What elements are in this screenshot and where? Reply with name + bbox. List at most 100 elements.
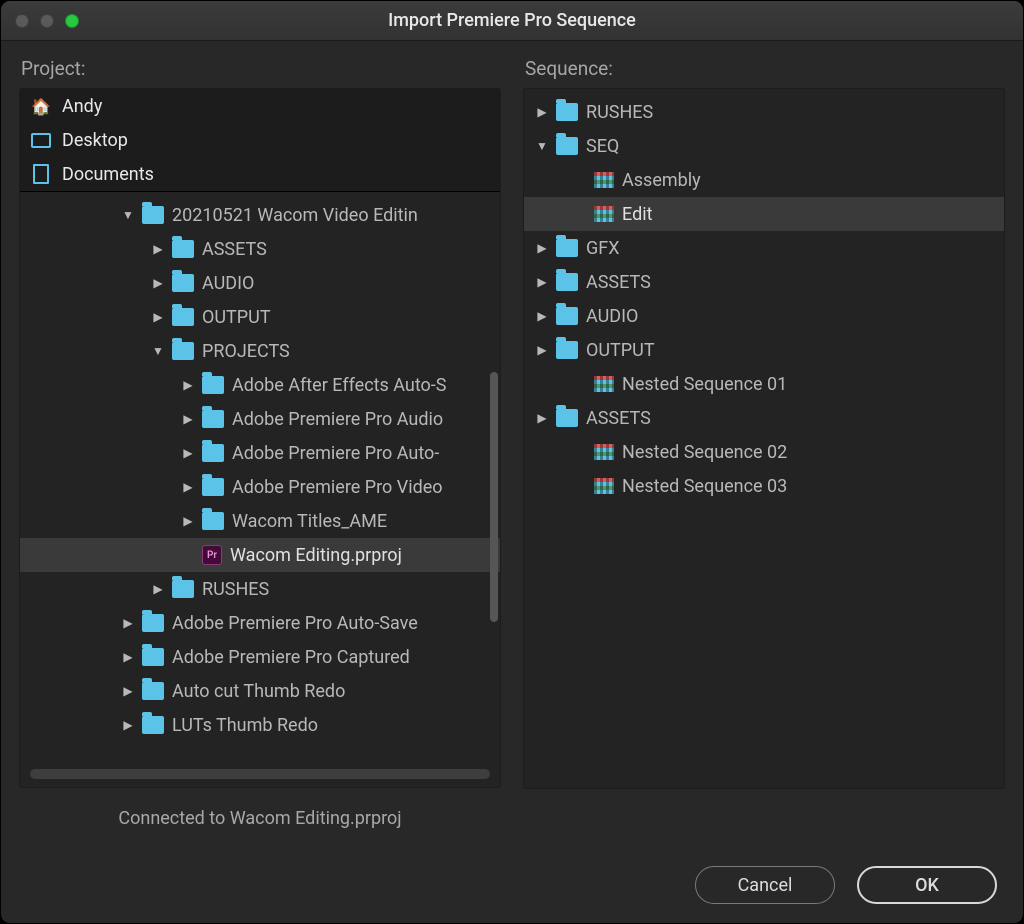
sequence-item-row[interactable]: ▶ASSETS	[524, 401, 1004, 435]
sequence-item-row[interactable]: Assembly	[524, 163, 1004, 197]
chevron-right-icon[interactable]: ▶	[180, 446, 196, 460]
folder-icon	[202, 478, 224, 496]
minimize-window-button[interactable]	[40, 14, 54, 28]
folder-icon	[142, 614, 164, 632]
dialog-window: Import Premiere Pro Sequence Project: 🏠A…	[0, 0, 1024, 924]
project-item-row[interactable]: ▶Adobe Premiere Pro Auto-Save	[20, 606, 500, 640]
chevron-right-icon[interactable]: ▶	[534, 343, 550, 357]
close-window-button[interactable]	[15, 14, 29, 28]
project-item-row[interactable]: ▶Adobe Premiere Pro Video	[20, 470, 500, 504]
folder-icon	[556, 239, 578, 257]
sequence-item-row[interactable]: ▼ SEQ	[524, 129, 1004, 163]
project-scrollbar-horizontal[interactable]	[30, 769, 490, 779]
chevron-right-icon[interactable]: ▶	[120, 684, 136, 698]
sequence-item-label: SEQ	[586, 136, 619, 157]
project-item-row[interactable]: ▶Auto cut Thumb Redo	[20, 674, 500, 708]
chevron-right-icon[interactable]: ▶	[180, 514, 196, 528]
project-panel: Project: 🏠 Andy Desktop Documents ▼ 20210521…	[19, 57, 501, 853]
chevron-down-icon[interactable]: ▼	[150, 344, 166, 358]
project-item-row[interactable]: ▼ PROJECTS	[20, 334, 500, 368]
sequence-item-label: Nested Sequence 01	[622, 374, 787, 395]
project-item-row[interactable]: ▶OUTPUT	[20, 300, 500, 334]
sequence-item-row[interactable]: ▶RUSHES	[524, 95, 1004, 129]
project-item-row[interactable]: ▶AUDIO	[20, 266, 500, 300]
chevron-right-icon[interactable]: ▶	[180, 378, 196, 392]
project-box: 🏠 Andy Desktop Documents ▼ 20210521 Wacom Vi…	[19, 88, 501, 788]
root-item-label: Desktop	[62, 130, 128, 151]
folder-icon	[556, 341, 578, 359]
sequence-item-row[interactable]: ▶AUDIO	[524, 299, 1004, 333]
project-scrollbar-vertical[interactable]	[490, 372, 498, 622]
folder-icon	[202, 410, 224, 428]
sequence-item-row[interactable]: ▶OUTPUT	[524, 333, 1004, 367]
project-item-label: PROJECTS	[202, 341, 290, 362]
document-icon	[30, 164, 52, 184]
chevron-right-icon[interactable]: ▶	[120, 650, 136, 664]
project-item-row[interactable]: ▶Adobe Premiere Pro Captured	[20, 640, 500, 674]
chevron-right-icon[interactable]: ▶	[150, 310, 166, 324]
sequence-item-label: Edit	[622, 204, 652, 225]
chevron-right-icon[interactable]: ▶	[150, 276, 166, 290]
project-item-label: 20210521 Wacom Video Editin	[172, 205, 418, 226]
chevron-down-icon[interactable]: ▼	[534, 139, 550, 153]
project-item-row[interactable]: ▶ LUTs Thumb Redo	[20, 708, 500, 742]
sequence-item-row[interactable]: Nested Sequence 02	[524, 435, 1004, 469]
project-item-row[interactable]: ▶Adobe Premiere Pro Auto-	[20, 436, 500, 470]
chevron-right-icon[interactable]: ▶	[534, 309, 550, 323]
folder-icon	[556, 409, 578, 427]
chevron-down-icon[interactable]: ▼	[120, 208, 136, 222]
project-item-row[interactable]: ▶ Adobe Premiere Pro Audio	[20, 402, 500, 436]
root-item-andy[interactable]: 🏠 Andy	[20, 89, 500, 123]
chevron-right-icon[interactable]: ▶	[534, 275, 550, 289]
chevron-right-icon[interactable]: ▶	[534, 241, 550, 255]
project-item-label: Wacom Titles_AME	[232, 511, 387, 532]
disclosure-none	[572, 207, 588, 221]
folder-icon	[202, 512, 224, 530]
sequence-item-row[interactable]: Nested Sequence 01	[524, 367, 1004, 401]
project-item-row[interactable]: ▶ Wacom Titles_AME	[20, 504, 500, 538]
folder-icon	[142, 648, 164, 666]
sequence-tree[interactable]: ▶RUSHES▼SEQ Assembly Edit▶GFX▶ASSETS▶AUD…	[524, 89, 1004, 788]
project-item-label: LUTs Thumb Redo	[172, 715, 318, 736]
project-tree[interactable]: ▼ 20210521 Wacom Video Editin ▶ASSETS▶AUDI…	[20, 192, 500, 763]
home-icon: 🏠	[30, 97, 52, 116]
folder-icon	[202, 376, 224, 394]
project-item-row[interactable]: ▶ASSETS	[20, 232, 500, 266]
sequence-box: ▶RUSHES▼SEQ Assembly Edit▶GFX▶ASSETS▶AUD…	[523, 88, 1005, 789]
chevron-right-icon[interactable]: ▶	[120, 718, 136, 732]
project-item-label: Adobe Premiere Pro Audio	[232, 409, 443, 430]
chevron-right-icon[interactable]: ▶	[150, 242, 166, 256]
chevron-right-icon[interactable]: ▶	[120, 616, 136, 630]
sequence-icon	[594, 444, 614, 460]
cancel-button[interactable]: Cancel	[695, 866, 835, 904]
sequence-item-label: Assembly	[622, 170, 701, 191]
sequence-icon	[594, 478, 614, 494]
sequence-item-row[interactable]: Edit	[524, 197, 1004, 231]
sequence-item-label: Nested Sequence 02	[622, 442, 787, 463]
maximize-window-button[interactable]	[65, 14, 79, 28]
project-item-row[interactable]: ▶RUSHES	[20, 572, 500, 606]
connection-status: Connected to Wacom Editing.prproj	[19, 788, 501, 853]
project-item-row[interactable]: Wacom Editing.prproj	[20, 538, 500, 572]
chevron-right-icon[interactable]: ▶	[534, 411, 550, 425]
sequence-item-label: Nested Sequence 03	[622, 476, 787, 497]
chevron-right-icon[interactable]: ▶	[150, 582, 166, 596]
sequence-icon	[594, 206, 614, 222]
project-item-row[interactable]: ▶Adobe After Effects Auto-S	[20, 368, 500, 402]
disclosure-none	[572, 479, 588, 493]
sequence-item-row[interactable]: ▶GFX	[524, 231, 1004, 265]
chevron-right-icon[interactable]: ▶	[180, 412, 196, 426]
folder-icon	[172, 580, 194, 598]
ok-button[interactable]: OK	[857, 866, 997, 904]
sequence-item-row[interactable]: ▶ASSETS	[524, 265, 1004, 299]
project-label: Project:	[21, 57, 501, 80]
project-item-row[interactable]: ▼ 20210521 Wacom Video Editin	[20, 198, 500, 232]
root-item-label: Andy	[62, 96, 102, 117]
folder-icon	[556, 137, 578, 155]
root-item-desktop[interactable]: Desktop	[20, 123, 500, 157]
chevron-right-icon[interactable]: ▶	[534, 105, 550, 119]
sequence-item-row[interactable]: Nested Sequence 03	[524, 469, 1004, 503]
disclosure-none	[572, 173, 588, 187]
chevron-right-icon[interactable]: ▶	[180, 480, 196, 494]
root-item-documents[interactable]: Documents	[20, 157, 500, 191]
